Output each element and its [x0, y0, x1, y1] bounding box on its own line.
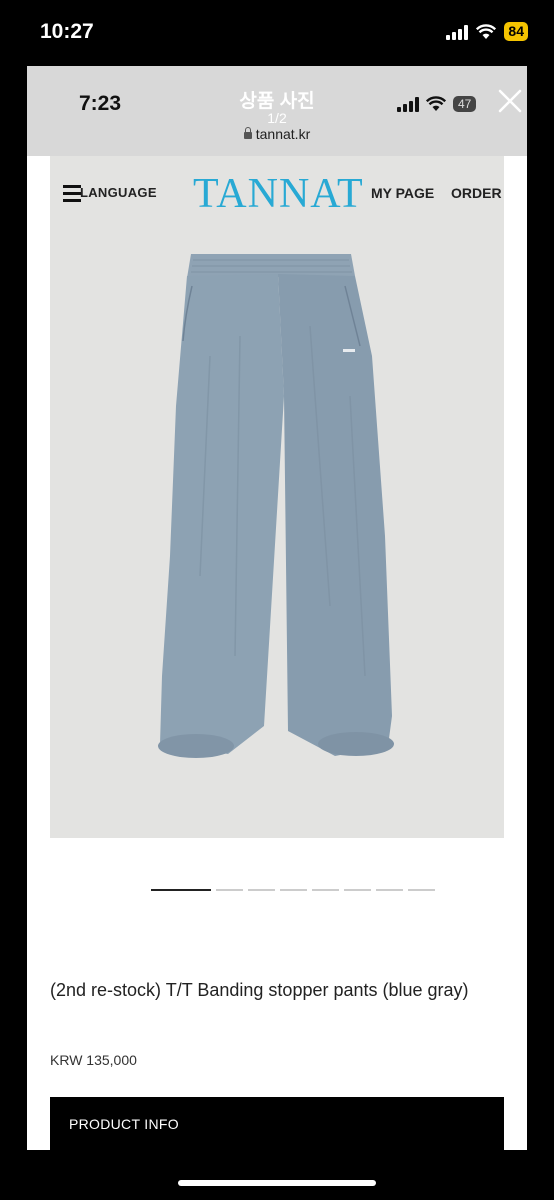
slider-dot[interactable]: [312, 889, 339, 891]
slider-dot[interactable]: [280, 889, 307, 891]
slider-dot[interactable]: [248, 889, 275, 891]
screenshot-viewer: 7:23 상품 사진 1/2 47 tannat.kr LANGUAGE TAN…: [27, 66, 527, 1150]
image-slider-indicator[interactable]: [151, 889, 435, 891]
slider-dot[interactable]: [151, 889, 211, 891]
slider-dot[interactable]: [408, 889, 435, 891]
menu-icon[interactable]: [63, 185, 81, 206]
nav-my-page[interactable]: MY PAGE: [371, 185, 434, 201]
url-bar[interactable]: tannat.kr: [27, 126, 527, 142]
device-status-bar: 10:27 84: [0, 0, 554, 66]
nav-language[interactable]: LANGUAGE: [80, 185, 157, 200]
battery-icon: 47: [453, 96, 477, 112]
signal-icon: [446, 24, 469, 40]
wifi-icon: [476, 23, 497, 39]
slider-dot[interactable]: [344, 889, 371, 891]
product-info-toggle[interactable]: PRODUCT INFO: [50, 1097, 504, 1150]
url-text: tannat.kr: [255, 126, 311, 142]
wifi-icon: [426, 96, 446, 111]
product-price: KRW 135,000: [50, 1052, 137, 1068]
viewer-counter: 1/2: [267, 110, 287, 126]
lock-icon: [243, 127, 252, 139]
slider-dot[interactable]: [216, 889, 243, 891]
battery-icon: 84: [504, 22, 528, 41]
nav-order[interactable]: ORDER: [451, 185, 502, 201]
screenshot-status-icons: 47: [397, 96, 477, 112]
device-time: 10:27: [40, 20, 94, 43]
slider-dot[interactable]: [376, 889, 403, 891]
product-photo: [158, 254, 394, 758]
screenshot-status-bar: 7:23 상품 사진 1/2 47 tannat.kr: [27, 66, 527, 156]
signal-icon: [397, 96, 419, 112]
device-status-icons: 84: [446, 22, 528, 41]
device-home-indicator[interactable]: [178, 1180, 376, 1186]
product-info-label: PRODUCT INFO: [69, 1116, 179, 1132]
site-logo[interactable]: TANNAT: [193, 170, 364, 218]
product-image[interactable]: LANGUAGE TANNAT MY PAGE ORDER: [50, 156, 504, 838]
close-icon[interactable]: [495, 86, 525, 116]
product-title: (2nd re-stock) T/T Banding stopper pants…: [50, 980, 469, 1000]
